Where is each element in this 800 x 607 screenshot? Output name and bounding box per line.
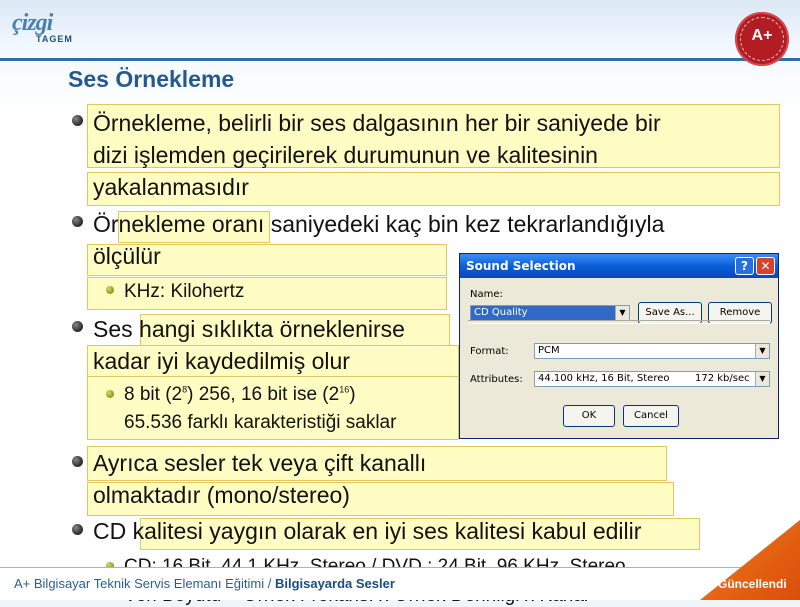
bullet-text: kadar iyi kaydedilmiş olur <box>93 348 350 374</box>
dialog-divider <box>468 320 770 324</box>
help-button[interactable]: ? <box>735 257 754 275</box>
format-label: Format: <box>470 346 509 357</box>
bullet-text: yakalanmasıdır <box>93 174 249 200</box>
bullet-icon <box>72 115 83 126</box>
name-label: Name: <box>470 289 503 300</box>
sub-bullet-text-part: 8 bit (2 <box>124 384 183 405</box>
sub-bullet-text-part: ) 256, 16 bit ise (2 <box>187 384 340 405</box>
bullet-text: Ayrıca sesler tek veya çift kanallı <box>93 450 427 476</box>
logo-main-text: çizgi <box>12 10 53 36</box>
attributes-select[interactable]: 44.100 kHz, 16 Bit, Stereo 172 kb/sec ▼ <box>534 371 770 387</box>
attributes-rate: 172 kb/sec <box>695 373 750 384</box>
ok-button[interactable]: OK <box>563 405 615 427</box>
sub-bullet-icon <box>106 286 114 294</box>
bullet-text: Örnekleme oranı saniyedeki kaç bin kez t… <box>93 211 665 237</box>
footer-text: A+ Bilgisayar Teknik Servis Elemanı Eğit… <box>14 576 395 591</box>
format-select-value: PCM <box>538 345 560 356</box>
chevron-down-icon[interactable]: ▼ <box>755 344 769 358</box>
slide-title: Ses Örnekleme <box>68 66 235 92</box>
bullet-icon <box>72 216 83 227</box>
bullet-icon <box>72 524 83 535</box>
header-bar <box>0 0 800 58</box>
name-select[interactable]: CD Quality ▼ <box>470 305 630 321</box>
a-plus-seal-logo: A+ <box>735 12 789 66</box>
chevron-down-icon[interactable]: ▼ <box>615 306 629 320</box>
sub-bullet-text: 8 bit (28) 256, 16 bit ise (216) <box>124 384 356 406</box>
bullet-icon <box>72 321 83 332</box>
footer-section: Bilgisayarda Sesler <box>274 576 395 591</box>
cancel-button[interactable]: Cancel <box>623 405 679 427</box>
bullet-icon <box>72 456 83 467</box>
updated-badge: Güncellendi <box>718 577 787 591</box>
sub-bullet-text: KHz: Kilohertz <box>124 281 245 302</box>
bullet-text: dizi işlemden geçirilerek durumunun ve k… <box>93 142 598 168</box>
sub-bullet-icon <box>106 390 114 398</box>
close-button[interactable]: ✕ <box>756 257 775 275</box>
cizgi-logo: çizgi TAGEM <box>12 10 82 50</box>
attributes-select-value: 44.100 kHz, 16 Bit, Stereo <box>538 373 670 384</box>
superscript: 16 <box>339 384 350 395</box>
dialog-title[interactable]: Sound Selection <box>460 254 778 278</box>
seal-text: A+ <box>751 27 773 44</box>
header-divider <box>0 58 800 61</box>
footer-divider <box>0 567 800 568</box>
footer-course: A+ Bilgisayar Teknik Servis Elemanı Eğit… <box>14 576 275 591</box>
sub-bullet-text: 65.536 farklı karakteristiği saklar <box>124 412 397 433</box>
attributes-label: Attributes: <box>470 374 523 385</box>
bullet-text: Ses hangi sıklıkta örneklenirse <box>93 316 405 342</box>
format-select[interactable]: PCM ▼ <box>534 343 770 359</box>
name-select-value: CD Quality <box>474 307 528 318</box>
chevron-down-icon[interactable]: ▼ <box>755 372 769 386</box>
logo-sub-text: TAGEM <box>36 34 73 44</box>
sub-bullet-text-part: ) <box>349 384 356 405</box>
bullet-text: CD kalitesi yaygın olarak en iyi ses kal… <box>93 518 642 544</box>
bullet-text: Örnekleme, belirli bir ses dalgasının he… <box>93 110 661 136</box>
sound-selection-dialog: Sound Selection ? ✕ Name: CD Quality ▼ S… <box>459 253 779 439</box>
bullet-text: olmaktadır (mono/stereo) <box>93 482 350 508</box>
bullet-text: ölçülür <box>93 243 161 269</box>
